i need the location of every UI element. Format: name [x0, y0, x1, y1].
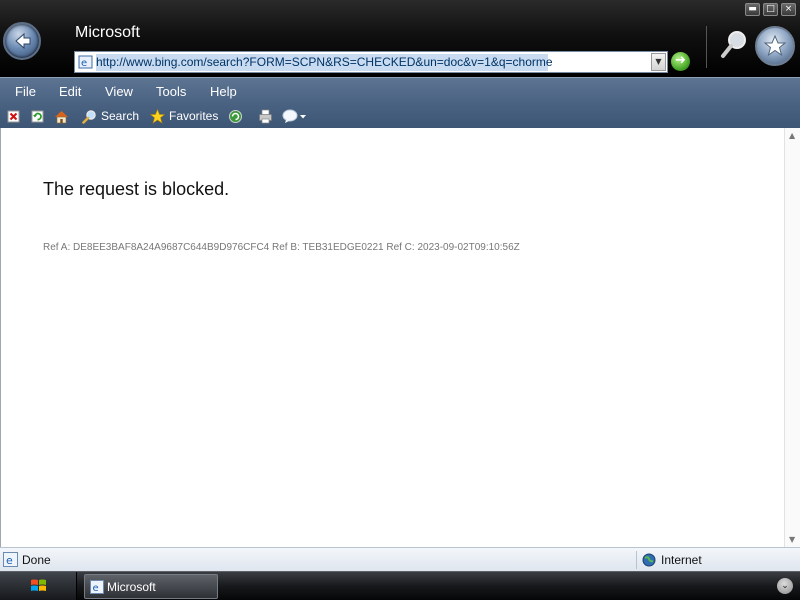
refresh-icon — [31, 110, 44, 122]
print-button[interactable] — [258, 108, 273, 124]
favorites-label: Favorites — [169, 109, 219, 123]
start-button[interactable] — [0, 572, 77, 600]
security-zone: Internet — [661, 553, 702, 567]
maximize-button[interactable]: □ — [763, 3, 778, 16]
search-magnifier-icon — [82, 109, 96, 124]
page-content: The request is blocked. Ref A: DE8EE3BAF… — [0, 128, 784, 547]
minimize-button[interactable]: ▬ — [745, 3, 760, 16]
home-icon — [55, 110, 68, 123]
ie-icon: e — [3, 552, 18, 567]
favorites-star-icon — [764, 35, 786, 57]
taskbar: e Microsoft ⌄ — [0, 571, 800, 600]
print-icon — [259, 109, 272, 123]
go-arrow-icon: ➜ — [675, 53, 686, 68]
command-bar: Search Favorites — [0, 104, 800, 128]
scroll-down-arrow-icon[interactable]: ▼ — [789, 535, 795, 544]
ie-icon: e — [90, 580, 104, 594]
menu-file[interactable]: File — [15, 84, 36, 99]
stop-button[interactable] — [6, 108, 21, 124]
window-title: Microsoft — [75, 24, 140, 41]
add-favorites-icon — [229, 109, 242, 123]
window-controls: ▬ □ × — [745, 3, 796, 16]
add-favorites-button[interactable] — [228, 108, 243, 124]
go-button[interactable]: ➜ — [671, 52, 690, 71]
back-arrow-icon — [15, 32, 31, 50]
url-input[interactable] — [96, 53, 644, 71]
tray-expand-button[interactable]: ⌄ — [777, 578, 793, 594]
taskbar-item-browser[interactable]: e Microsoft — [84, 574, 218, 599]
back-button[interactable] — [3, 22, 41, 60]
dropdown-arrow-icon[interactable]: ▼ — [651, 53, 666, 71]
home-button[interactable] — [54, 108, 69, 124]
scroll-up-arrow-icon[interactable]: ▲ — [789, 131, 795, 140]
page-icon: e — [78, 55, 93, 69]
chevron-down-icon: ⌄ — [781, 581, 789, 591]
status-bar: e Done Internet — [0, 547, 800, 571]
chat-icon — [282, 109, 306, 123]
menu-help[interactable]: Help — [210, 84, 237, 99]
windows-logo-icon — [31, 579, 46, 591]
status-divider — [636, 551, 637, 569]
blocked-heading: The request is blocked. — [43, 179, 230, 199]
search-magnifier-icon[interactable] — [720, 28, 750, 62]
search-button[interactable]: Search — [82, 108, 139, 124]
svg-text:e: e — [81, 58, 87, 69]
menu-view[interactable]: View — [105, 84, 133, 99]
taskbar-item-label: Microsoft — [107, 580, 156, 594]
svg-text:e: e — [93, 583, 99, 594]
globe-icon — [642, 553, 656, 567]
svg-text:e: e — [6, 554, 13, 567]
toolbar-divider — [706, 26, 707, 68]
favorites-star-icon — [150, 108, 165, 124]
refresh-button[interactable] — [30, 108, 45, 124]
menu-bar: File Edit View Tools Help — [0, 77, 800, 104]
chat-button[interactable] — [282, 108, 308, 124]
favorites-button[interactable]: Favorites — [150, 108, 218, 124]
search-label: Search — [101, 109, 140, 123]
close-button[interactable]: × — [781, 3, 796, 16]
stop-icon — [7, 110, 20, 122]
browser-titlebar: Microsoft ▬ □ × e ▼ ➜ — [0, 0, 800, 77]
menu-tools[interactable]: Tools — [156, 84, 186, 99]
status-text: Done — [22, 553, 51, 567]
menu-edit[interactable]: Edit — [59, 84, 81, 99]
address-bar[interactable]: e ▼ — [74, 51, 668, 73]
reference-line: Ref A: DE8EE3BAF8A24A9687C644B9D976CFC4 … — [43, 242, 520, 253]
vertical-scrollbar[interactable]: ▲ ▼ — [784, 128, 800, 547]
favorites-center-button[interactable] — [755, 26, 795, 66]
